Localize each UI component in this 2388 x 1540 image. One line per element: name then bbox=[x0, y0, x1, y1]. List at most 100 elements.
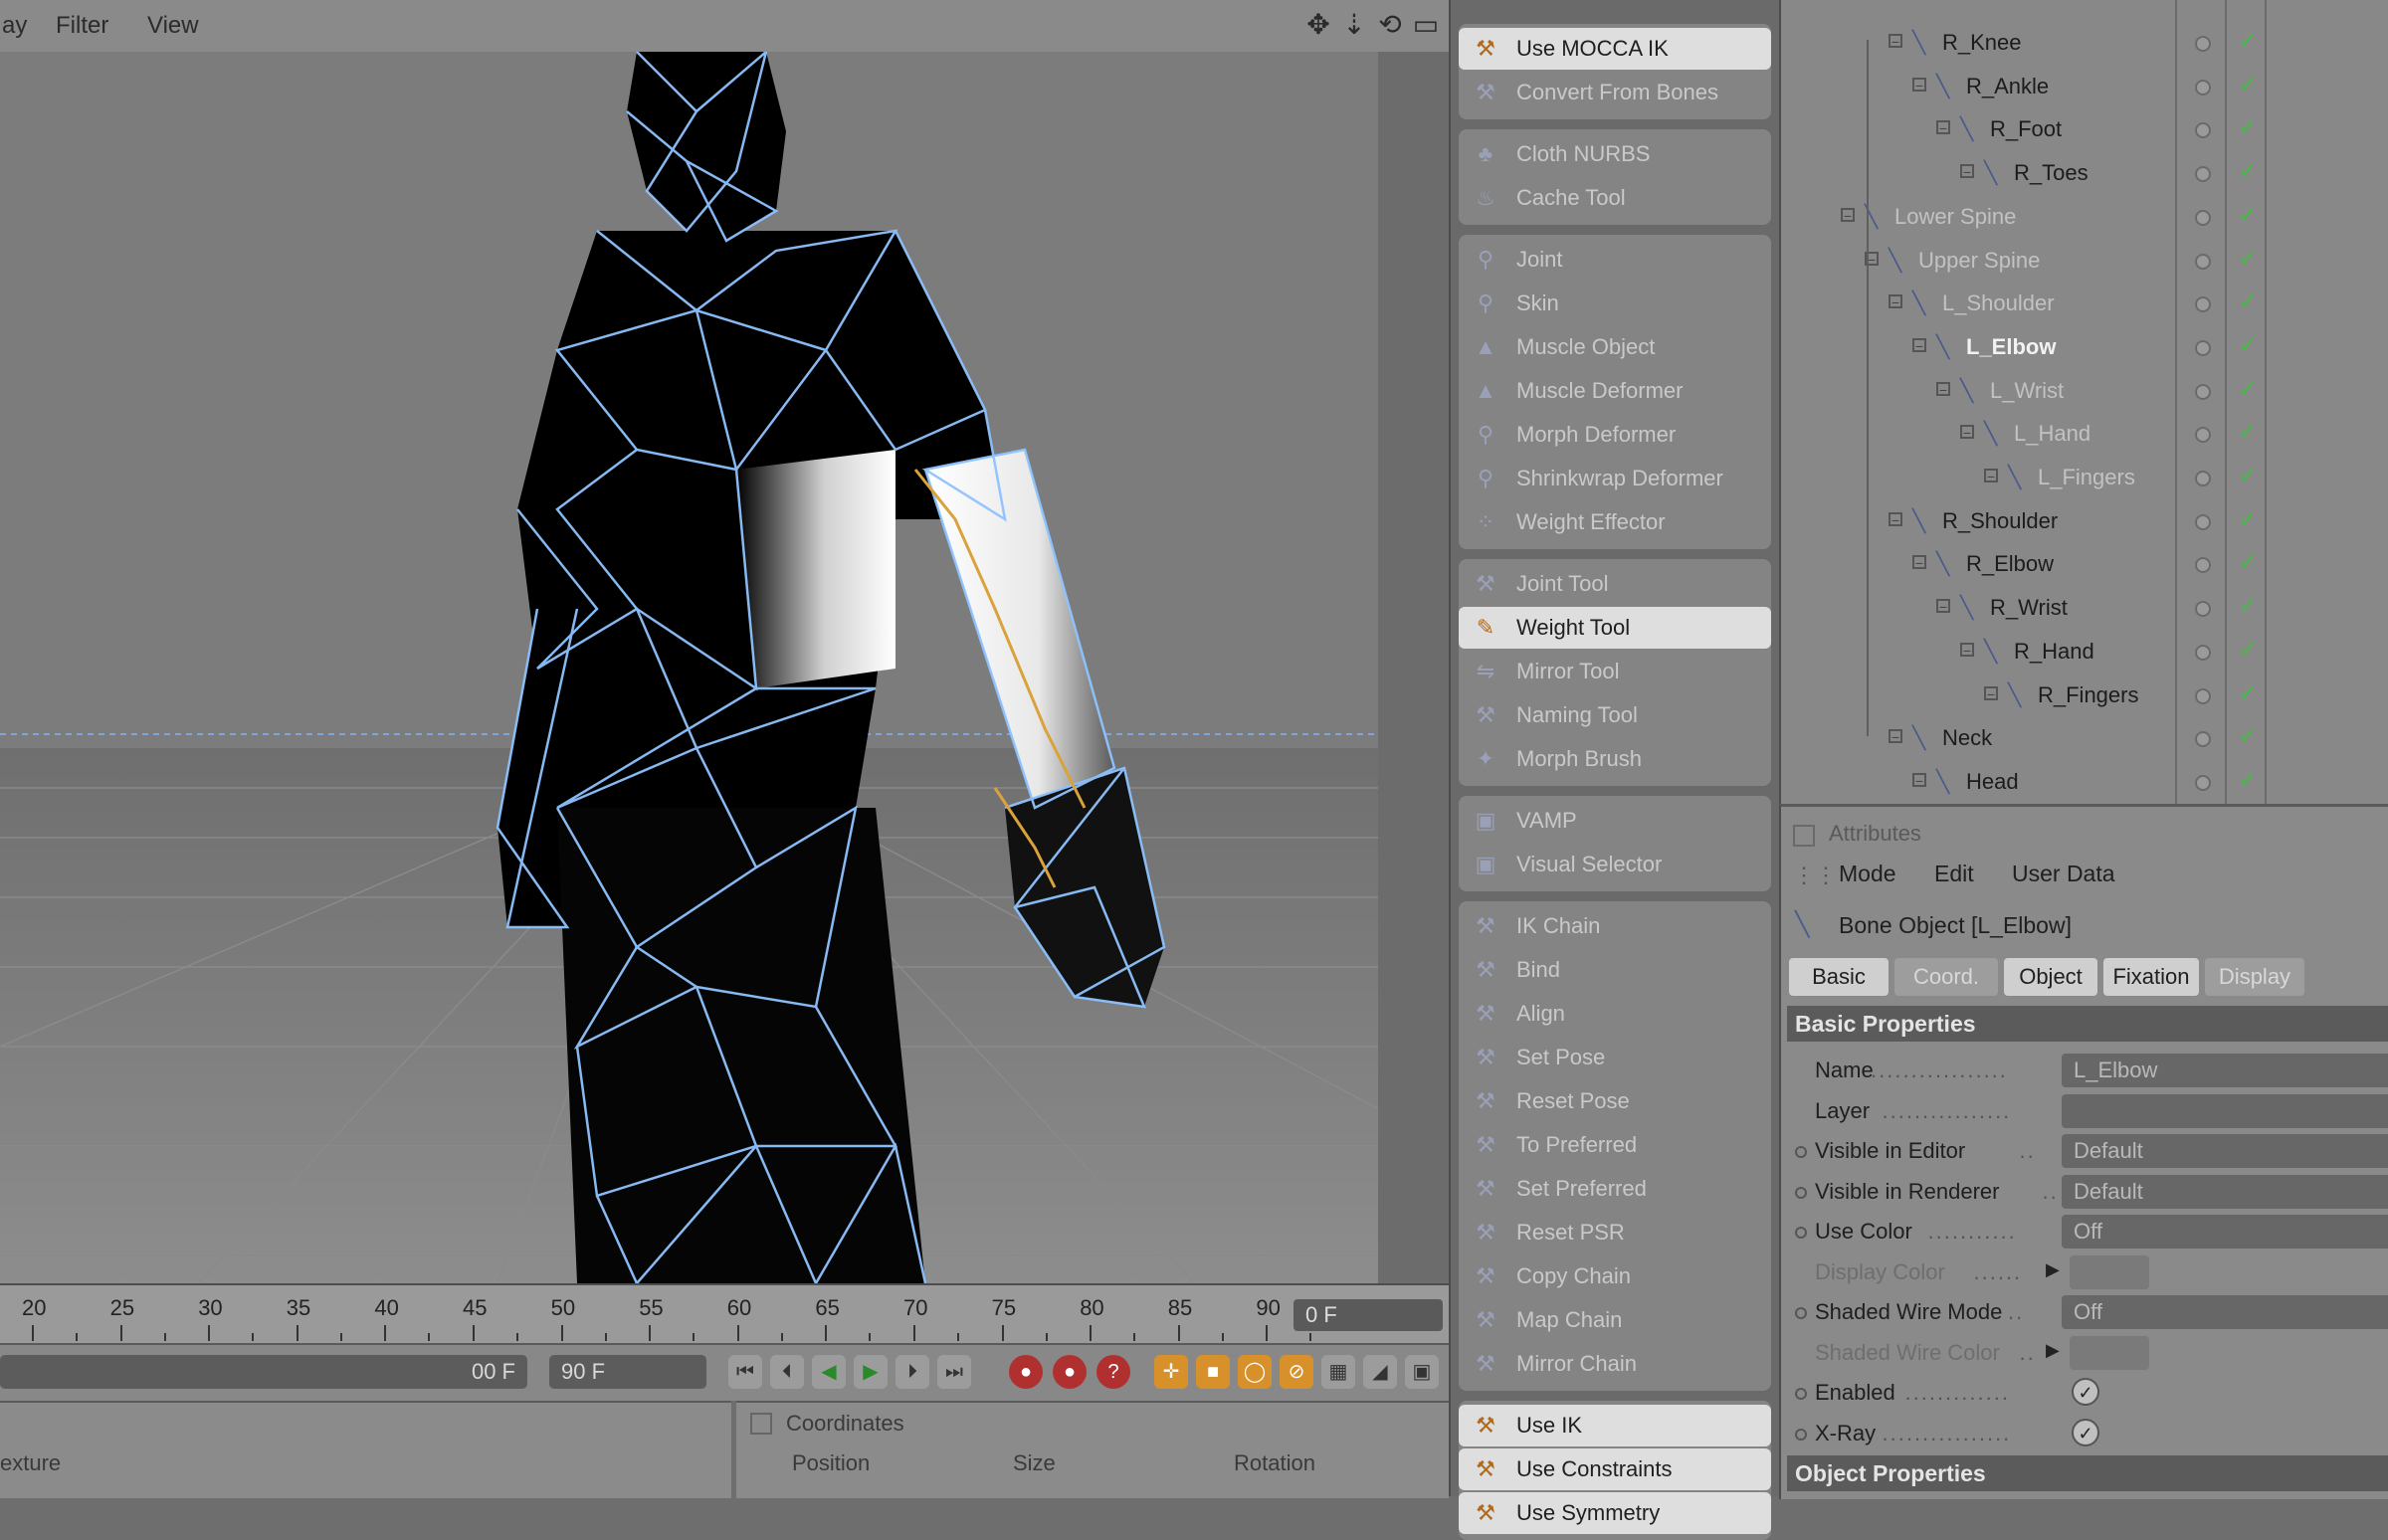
editor-visibility-dot-icon[interactable] bbox=[2195, 79, 2211, 96]
preview-min-slider[interactable]: 00 F bbox=[0, 1355, 527, 1389]
tool-muscle-object[interactable]: ▲ Muscle Object bbox=[1459, 326, 1771, 368]
editor-visibility-dot-icon[interactable] bbox=[2195, 471, 2211, 486]
current-frame-field[interactable]: 0 F bbox=[1294, 1299, 1443, 1331]
viewport-menu-view[interactable]: View bbox=[147, 12, 199, 40]
expand-toggle-icon[interactable]: − bbox=[1936, 599, 1950, 614]
enabled-checkmark-icon[interactable]: ✓ bbox=[2239, 332, 2257, 358]
expand-toggle-icon[interactable]: − bbox=[1960, 642, 1974, 658]
attr-field-layer[interactable] bbox=[2062, 1093, 2388, 1128]
enabled-checkmark-icon[interactable]: ✓ bbox=[2239, 767, 2257, 793]
expand-toggle-icon[interactable]: − bbox=[1889, 34, 1902, 49]
editor-visibility-dot-icon[interactable] bbox=[2195, 644, 2211, 661]
tool-joint-tool[interactable]: ⚒ Joint Tool bbox=[1459, 563, 1771, 605]
tool-use-symmetry[interactable]: ⚒ Use Symmetry bbox=[1459, 1492, 1771, 1534]
editor-visibility-dot-icon[interactable] bbox=[2195, 687, 2211, 704]
editor-visibility-dot-icon[interactable] bbox=[2195, 557, 2211, 574]
animate-dot-icon[interactable] bbox=[1795, 1388, 1807, 1400]
tab-coord[interactable]: Coord. bbox=[1894, 958, 1998, 996]
enabled-checkmark-icon[interactable]: ✓ bbox=[2239, 549, 2257, 575]
object-properties-header[interactable]: Object Properties bbox=[1787, 1455, 2388, 1491]
3d-viewport[interactable]: ay Filter View ✥ ⇣ ⟲ ▭ bbox=[0, 0, 1449, 1283]
enabled-checkmark-icon[interactable]: ✓ bbox=[2239, 376, 2257, 402]
previous-key-button[interactable]: ⏴ bbox=[770, 1355, 804, 1389]
object-row[interactable]: − ╲ R_Ankle ✓ bbox=[1781, 68, 2388, 111]
record-rotation-icon[interactable]: ◯ bbox=[1238, 1355, 1272, 1389]
editor-visibility-dot-icon[interactable] bbox=[2195, 253, 2211, 270]
attributes-menu-mode[interactable]: Mode bbox=[1839, 861, 1896, 887]
enabled-checkmark-icon[interactable]: ✓ bbox=[2239, 723, 2257, 749]
tool-align[interactable]: ⚒ Align bbox=[1459, 993, 1771, 1035]
object-row[interactable]: − ╲ R_Toes ✓ bbox=[1781, 154, 2388, 198]
enabled-checkmark-icon[interactable]: ✓ bbox=[2239, 114, 2257, 140]
material-menu-texture[interactable]: exture bbox=[0, 1450, 61, 1476]
enabled-checkmark-icon[interactable]: ✓ bbox=[2239, 158, 2257, 184]
object-row[interactable]: − ╲ R_Fingers ✓ bbox=[1781, 676, 2388, 720]
expand-toggle-icon[interactable]: − bbox=[1912, 555, 1926, 570]
maximize-view-icon[interactable]: ▭ bbox=[1411, 10, 1441, 40]
animate-dot-icon[interactable] bbox=[1795, 1227, 1807, 1239]
tool-mirror-tool[interactable]: ⇋ Mirror Tool bbox=[1459, 651, 1771, 692]
basic-properties-header[interactable]: Basic Properties bbox=[1787, 1006, 2388, 1042]
attr-color-display-color[interactable] bbox=[2070, 1254, 2149, 1289]
editor-visibility-dot-icon[interactable] bbox=[2195, 601, 2211, 618]
enabled-checkmark-icon[interactable]: ✓ bbox=[2239, 419, 2257, 445]
tool-convert-from-bones[interactable]: ⚒ Convert From Bones bbox=[1459, 72, 1771, 113]
dolly-view-icon[interactable]: ⇣ bbox=[1339, 10, 1369, 40]
tool-use-ik[interactable]: ⚒ Use IK bbox=[1459, 1405, 1771, 1446]
animate-dot-icon[interactable] bbox=[1795, 1428, 1807, 1441]
object-row[interactable]: − ╲ L_Fingers ✓ bbox=[1781, 459, 2388, 502]
expand-toggle-icon[interactable]: − bbox=[1889, 511, 1902, 527]
keyframe-selection-button[interactable]: ? bbox=[1096, 1355, 1130, 1389]
enabled-checkmark-icon[interactable]: ✓ bbox=[2239, 593, 2257, 619]
tool-morph-brush[interactable]: ✦ Morph Brush bbox=[1459, 738, 1771, 780]
editor-visibility-dot-icon[interactable] bbox=[2195, 427, 2211, 444]
attributes-grip-icon[interactable]: ⋮⋮ bbox=[1793, 863, 1837, 887]
expand-toggle-icon[interactable]: − bbox=[1984, 469, 1998, 483]
tab-object[interactable]: Object bbox=[2004, 958, 2097, 996]
object-row[interactable]: − ╲ R_Elbow ✓ bbox=[1781, 545, 2388, 589]
object-row[interactable]: − ╲ Neck ✓ bbox=[1781, 719, 2388, 763]
tool-muscle-deformer[interactable]: ▲ Muscle Deformer bbox=[1459, 370, 1771, 412]
tab-fixation[interactable]: Fixation bbox=[2103, 958, 2199, 996]
attr-field-shaded-wire-mode[interactable]: Off bbox=[2062, 1295, 2388, 1329]
rotate-view-icon[interactable]: ⟲ bbox=[1375, 10, 1405, 40]
expand-toggle-icon[interactable]: − bbox=[1984, 685, 1998, 701]
object-row[interactable]: − ╲ Lower Spine ✓ bbox=[1781, 198, 2388, 242]
animate-dot-icon[interactable] bbox=[1795, 1307, 1807, 1319]
object-row[interactable]: − ╲ R_Shoulder ✓ bbox=[1781, 502, 2388, 546]
viewport-menu-filter[interactable]: Filter bbox=[56, 12, 108, 40]
enabled-checkmark-icon[interactable]: ✓ bbox=[2239, 637, 2257, 663]
attr-field-visible-in-editor[interactable]: Default bbox=[2062, 1134, 2388, 1168]
tool-weight-tool[interactable]: ✎ Weight Tool bbox=[1459, 607, 1771, 649]
tool-ik-chain[interactable]: ⚒ IK Chain bbox=[1459, 905, 1771, 947]
object-row[interactable]: − ╲ R_Knee ✓ bbox=[1781, 24, 2388, 68]
preview-max-field[interactable]: 90 F bbox=[549, 1355, 706, 1389]
color-expand-arrow-icon[interactable]: ▶ bbox=[2046, 1340, 2060, 1361]
go-to-start-button[interactable]: ⏮ bbox=[728, 1355, 762, 1389]
editor-visibility-dot-icon[interactable] bbox=[2195, 296, 2211, 313]
tool-use-mocca-ik[interactable]: ⚒ Use MOCCA IK bbox=[1459, 28, 1771, 70]
animate-dot-icon[interactable] bbox=[1795, 1186, 1807, 1199]
tool-reset-pose[interactable]: ⚒ Reset Pose bbox=[1459, 1080, 1771, 1122]
object-row[interactable]: − ╲ R_Hand ✓ bbox=[1781, 633, 2388, 676]
color-expand-arrow-icon[interactable]: ▶ bbox=[2046, 1259, 2060, 1280]
tab-basic[interactable]: Basic bbox=[1789, 958, 1889, 996]
object-row[interactable]: − ╲ R_Wrist ✓ bbox=[1781, 589, 2388, 633]
record-scale-icon[interactable]: ■ bbox=[1196, 1355, 1230, 1389]
attr-field-visible-in-renderer[interactable]: Default bbox=[2062, 1174, 2388, 1209]
object-row[interactable]: − ╲ Head ✓ bbox=[1781, 763, 2388, 807]
editor-visibility-dot-icon[interactable] bbox=[2195, 36, 2211, 52]
object-row[interactable]: − ╲ Upper Spine ✓ bbox=[1781, 242, 2388, 286]
expand-toggle-icon[interactable]: − bbox=[1889, 294, 1902, 309]
viewport-scene[interactable] bbox=[0, 52, 1449, 1283]
tool-mirror-chain[interactable]: ⚒ Mirror Chain bbox=[1459, 1343, 1771, 1385]
expand-toggle-icon[interactable]: − bbox=[1912, 77, 1926, 93]
attr-checkbox-enabled[interactable]: ✓ bbox=[2072, 1378, 2099, 1406]
attributes-menu-user-data[interactable]: User Data bbox=[2012, 861, 2115, 887]
record-pla-icon[interactable]: ▦ bbox=[1321, 1355, 1355, 1389]
move-view-icon[interactable]: ✥ bbox=[1303, 10, 1333, 40]
editor-visibility-dot-icon[interactable] bbox=[2195, 166, 2211, 183]
coordinates-collapse-icon[interactable] bbox=[750, 1413, 772, 1435]
record-keys-button[interactable]: ● bbox=[1009, 1355, 1043, 1389]
object-row[interactable]: − ╲ L_Shoulder ✓ bbox=[1781, 285, 2388, 328]
